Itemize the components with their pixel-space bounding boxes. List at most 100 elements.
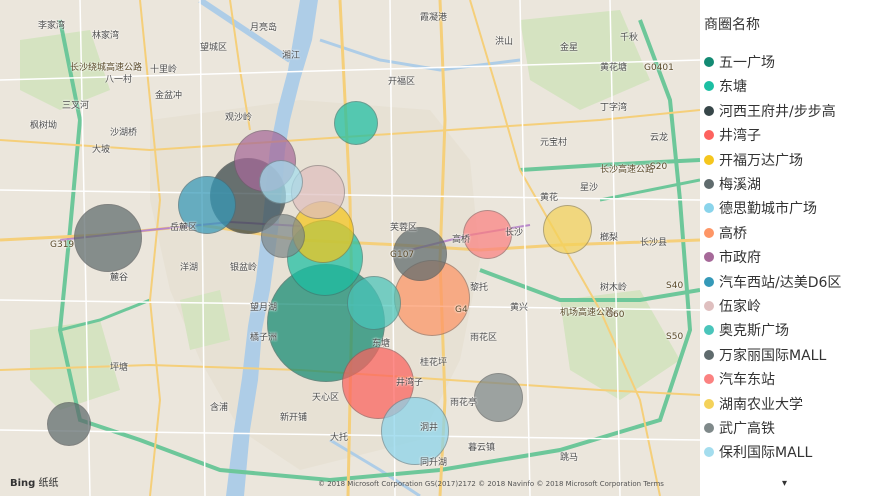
legend-item[interactable]: 五一广场 [704,51,775,73]
map-bubble[interactable] [347,276,401,330]
legend-dot-icon [704,252,714,263]
road-label: S40 [666,281,684,291]
legend-label: 汽车东站 [719,372,775,389]
place-label: 云龙 [650,133,669,143]
legend-item[interactable]: 开福万达广场 [704,149,803,171]
legend-label: 德思勤城市广场 [719,201,817,218]
place-label: 井湾子 [396,378,424,388]
place-label: 湘江 [282,51,301,61]
place-label: 长沙 [505,228,524,238]
map-bubble[interactable] [74,204,142,272]
chevron-down-icon[interactable]: ▾ [782,478,787,489]
legend-item[interactable]: 保利国际MALL [704,441,812,463]
road-label: G319 [50,240,75,250]
legend-dot-icon [704,276,714,287]
map-bubble[interactable] [258,159,304,205]
legend-item[interactable]: 奥克斯广场 [704,319,789,341]
place-label: 望城区 [200,43,228,53]
legend-item[interactable]: 万家丽国际MALL [704,344,826,366]
place-label: 黄兴 [510,303,529,313]
place-label: 金星 [560,43,579,53]
map-bubble[interactable] [260,213,306,259]
legend-item[interactable]: 武广高铁 [704,417,775,439]
place-label: 东塘 [372,339,391,349]
place-label: 同升湖 [420,458,448,468]
legend-label: 五一广场 [719,55,775,71]
legend-label: 汽车西站/达美D6区 [719,274,842,291]
legend-dot-icon [704,154,714,165]
legend-dot-icon [704,423,714,433]
legend-dot-icon [704,81,714,92]
place-label: 含浦 [210,403,229,413]
map-bubble[interactable] [473,372,523,422]
place-label: 沙湖桥 [110,128,138,138]
legend-item[interactable]: 井湾子 [704,124,761,146]
place-label: 树木岭 [600,283,628,293]
legend-dot-icon [704,57,714,67]
legend-dot-icon [704,301,714,311]
legend-label: 湖南农业大学 [719,396,803,413]
place-label: 新开铺 [280,413,308,423]
legend-label: 开福万达广场 [719,152,803,169]
legend-label: 奥克斯广场 [719,323,789,340]
legend-label: 东塘 [719,79,747,96]
road-label: 长沙高速公路 [600,165,655,175]
legend: 商圈名称 五一广场 东塘 河西王府井/步步高 井湾子 开福万达广场 梅溪湖 德思勤城市广场高… [702,0,872,496]
place-label: 跳马 [560,453,579,463]
legend-item[interactable]: 湖南农业大学 [704,393,803,415]
place-label: 坪塘 [110,363,129,373]
place-label: 十里岭 [150,65,178,75]
legend-label: 高桥 [719,225,747,242]
legend-item[interactable]: 东塘 [704,75,747,97]
road-label: 长沙绕城高速公路 [70,63,143,73]
road-label: G60 [606,310,625,320]
place-label: 洪山 [495,37,514,47]
place-label: 雨花亭 [450,398,478,408]
road-label: G0401 [644,63,674,73]
place-label: 天心区 [312,393,340,403]
legend-label: 梅溪湖 [719,177,761,193]
place-label: 八一村 [105,75,133,85]
legend-dot-icon [704,105,714,116]
place-label: 观沙岭 [225,113,253,123]
legend-dot-icon [704,227,714,238]
place-label: 望月湖 [250,303,278,313]
legend-dot-icon [704,203,714,214]
legend-dot-icon [704,325,714,336]
legend-item[interactable]: 德思勤城市广场 [704,197,817,219]
place-label: 霞凝港 [420,13,448,23]
place-label: 雨花区 [470,333,498,343]
legend-dot-icon [704,398,714,409]
legend-item[interactable]: 高桥 [704,222,747,244]
map-area[interactable]: 李家湾 林家湾 八一村 十里岭 三叉河 沙湖桥 金盆冲 枫树坳 大坡 湘江 开福区 霞凝港 洪山 丁字湾黄… [0,0,700,496]
bing-logo-text: Bing [10,478,36,489]
road-label: G4 [455,305,468,315]
legend-dot-icon [704,130,714,141]
legend-item[interactable]: 汽车西站/达美D6区 [704,271,841,293]
legend-item[interactable]: 伍家岭 [704,295,761,317]
legend-item[interactable]: 梅溪湖 [704,173,761,195]
legend-label: 武广高铁 [719,421,775,437]
place-label: 暮云镇 [468,443,496,453]
place-label: 黄花 [540,193,559,203]
place-label: 枫树坳 [30,121,58,131]
place-label: 橘子洲 [250,333,278,343]
place-label: 千秋 [620,33,639,43]
legend-item[interactable]: 河西王府井/步步高 [704,100,836,122]
bing-logo: Bing 纸纸 [10,474,59,489]
place-label: 三叉河 [62,101,90,111]
place-label: 金盆冲 [155,91,183,101]
legend-item[interactable]: 市政府 [704,246,761,268]
map-bubble[interactable] [333,100,379,146]
place-label: 洞井 [420,423,439,433]
road-label: S50 [666,332,684,342]
place-label: 麓谷 [110,273,129,283]
place-label: 长沙县 [640,238,668,248]
map-attribution[interactable]: © 2018 Microsoft Corporation GS(2017)217… [318,480,664,488]
place-label: 星沙 [580,183,599,193]
legend-label: 保利国际MALL [719,445,813,462]
map-bubble[interactable] [542,204,592,254]
legend-item[interactable]: 汽车东站 [704,368,775,390]
place-label: 黄花塘 [600,63,628,73]
map-bubble[interactable] [46,401,92,447]
